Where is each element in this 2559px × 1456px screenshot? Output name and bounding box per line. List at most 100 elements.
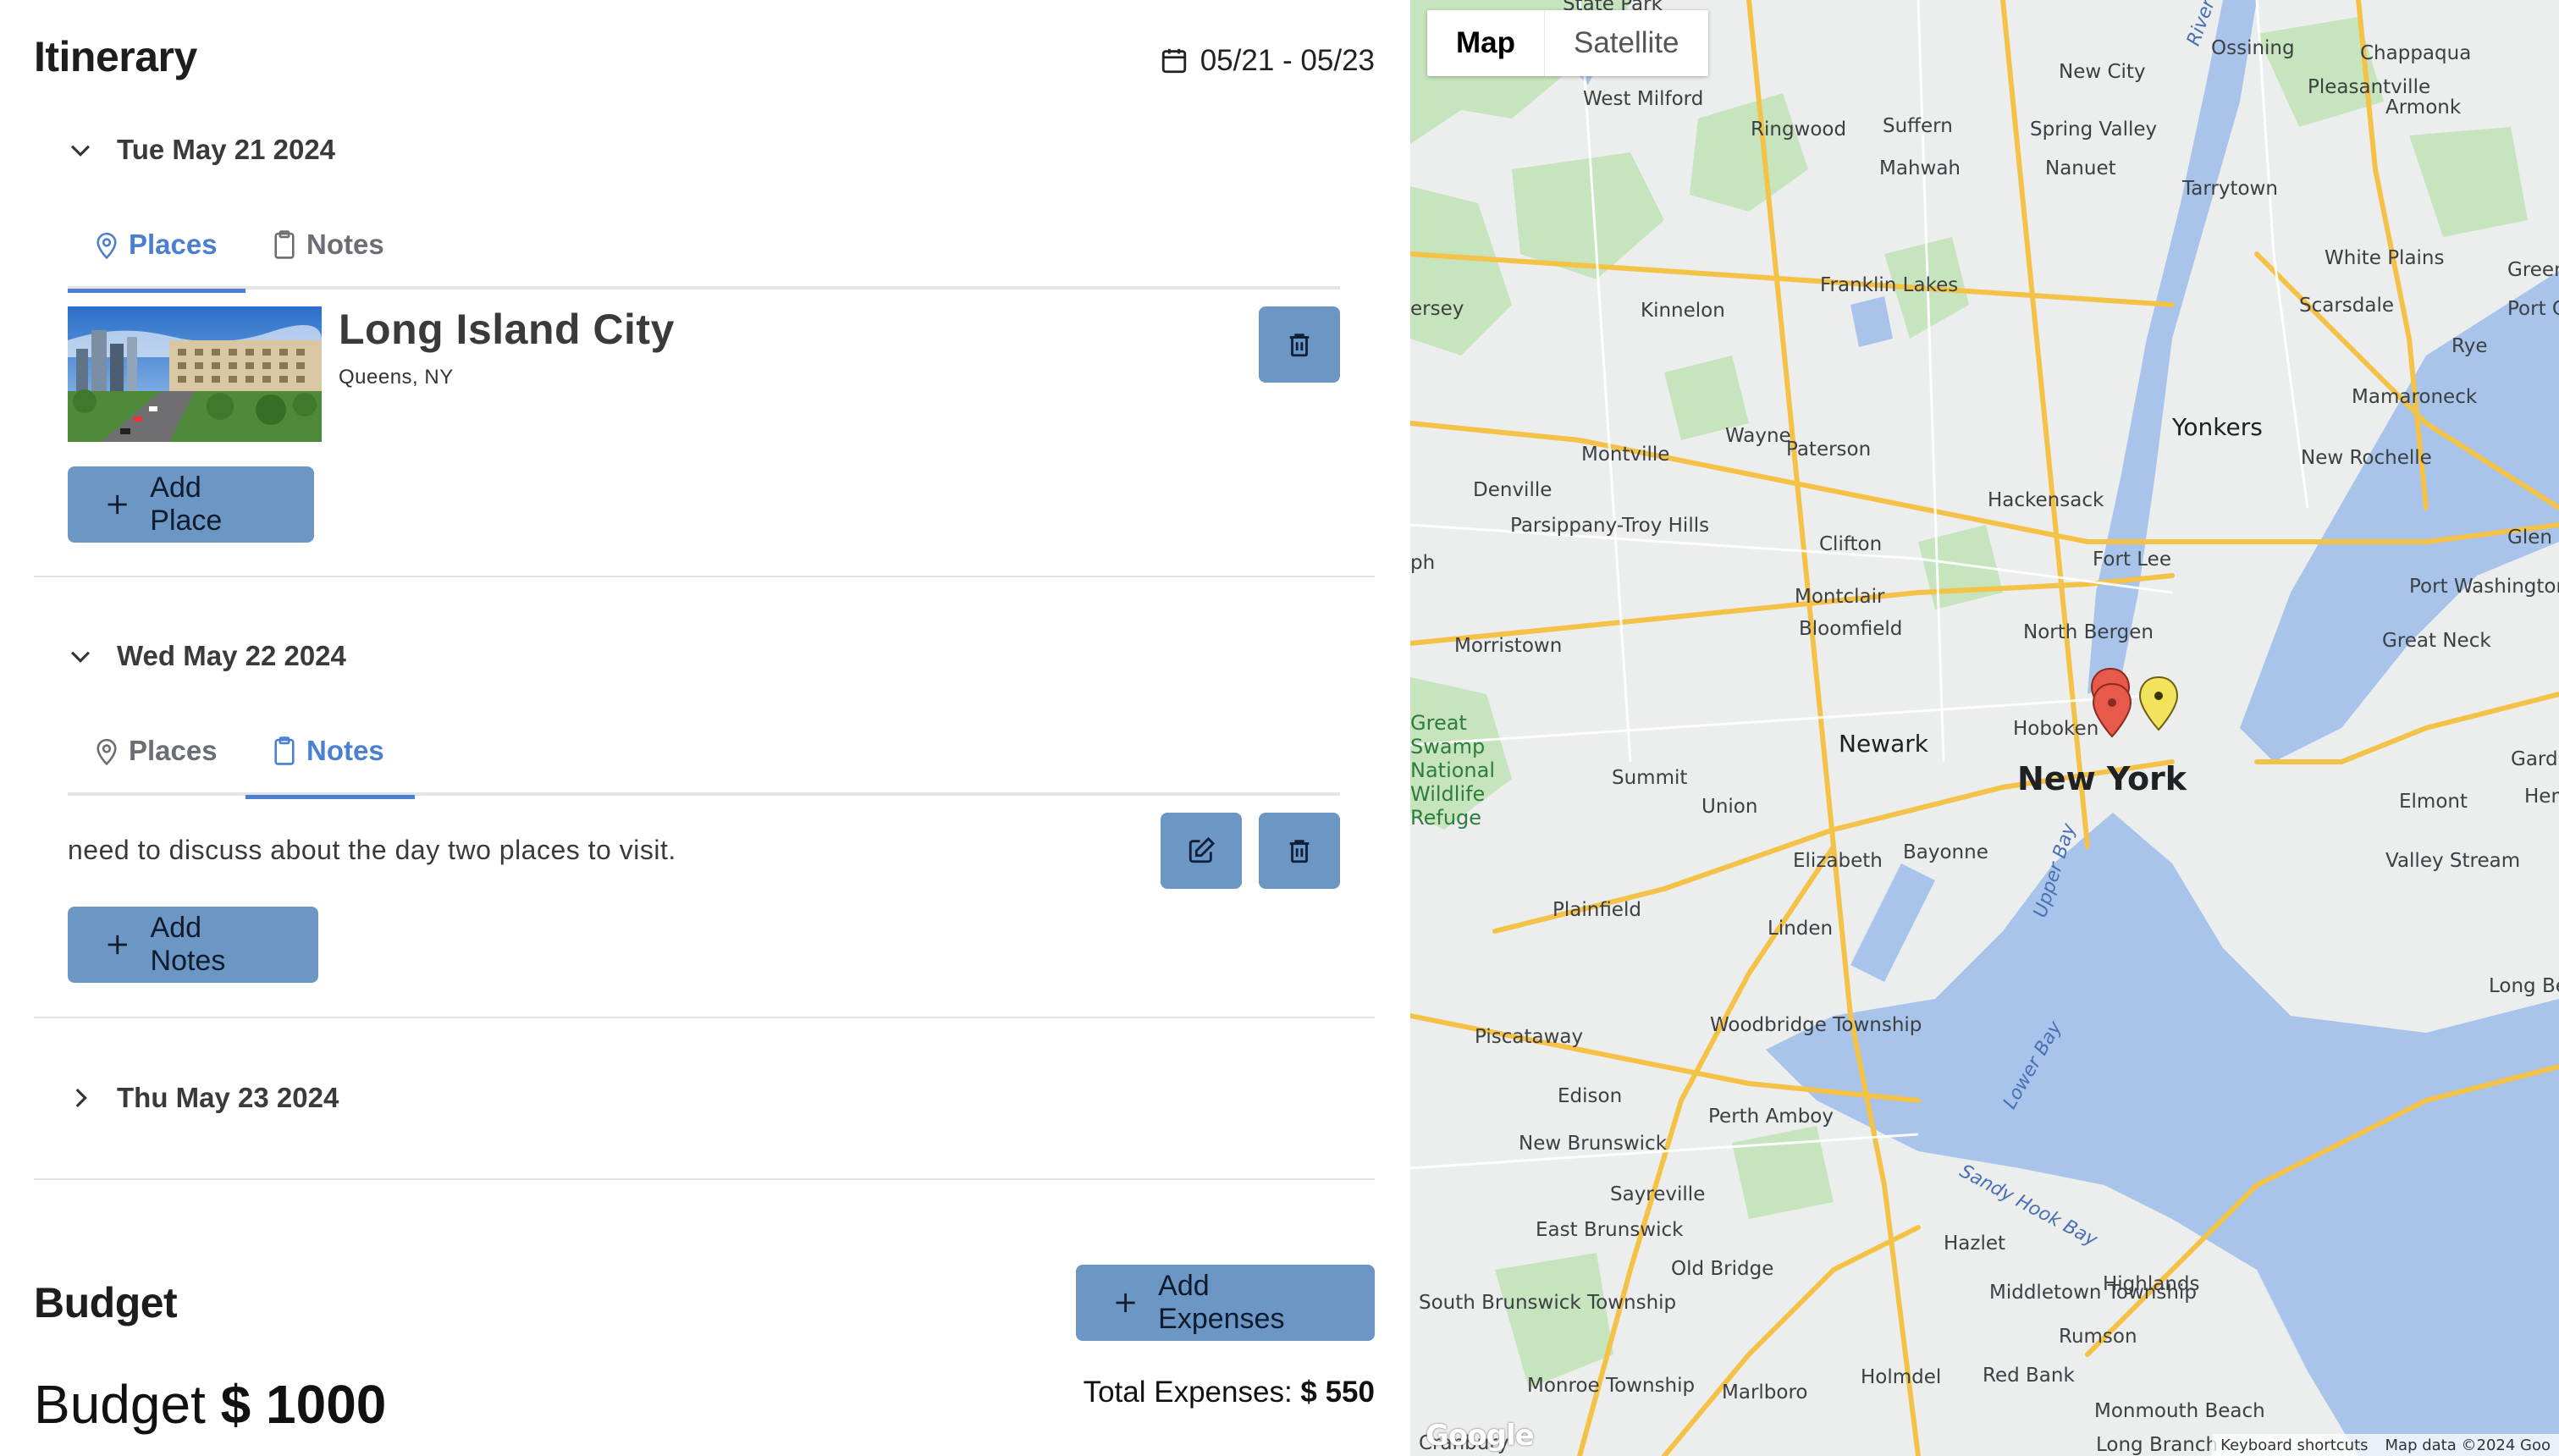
- trash-icon: [1289, 334, 1310, 357]
- map-type-satellite-button[interactable]: Satellite: [1545, 10, 1708, 76]
- map-label: Glen Cove: [2507, 527, 2559, 549]
- map-label: Bayonne: [1903, 841, 1988, 863]
- map-label: White Plains: [2325, 247, 2445, 269]
- map-label: Green: [2507, 259, 2559, 281]
- delete-note-button[interactable]: [1259, 813, 1340, 889]
- place-address: Queens, NY: [339, 366, 454, 389]
- map-label: Mahwah: [1879, 157, 1961, 179]
- map-label: Red Bank: [1983, 1365, 2075, 1387]
- itinerary-panel: Itinerary 05/21 - 05/23 Tue May 21 2024 …: [0, 0, 1410, 1456]
- map-label: Ringwood: [1751, 119, 1847, 141]
- clipboard-icon: [274, 736, 295, 765]
- plus-icon: [108, 494, 127, 515]
- map-label: Hem: [2524, 786, 2559, 808]
- map-label: Great Neck: [2382, 630, 2491, 652]
- date-range-button[interactable]: 05/21 - 05/23: [1160, 44, 1375, 78]
- map-label: New City: [2059, 61, 2146, 83]
- map-label: Newark: [1839, 730, 1928, 758]
- map-label: Union: [1701, 796, 1758, 818]
- day-header-3[interactable]: Thu May 23 2024: [66, 1082, 339, 1114]
- keyboard-shortcuts-link[interactable]: Keyboard shortcuts: [2212, 1434, 2377, 1456]
- day-label: Wed May 22 2024: [117, 640, 346, 671]
- map-label: Elizabeth: [1793, 850, 1883, 872]
- day-label: Thu May 23 2024: [117, 1082, 339, 1113]
- tab-places[interactable]: Places: [68, 706, 245, 796]
- map-label: Chappaqua: [2360, 42, 2472, 64]
- delete-place-button[interactable]: [1259, 306, 1340, 383]
- map-data-attribution: Map data ©2024 Goo: [2376, 1434, 2559, 1456]
- note-text: need to discuss about the day two places…: [68, 835, 676, 865]
- chevron-right-icon: [75, 1088, 87, 1108]
- map-label: Franklin Lakes: [1820, 274, 1959, 296]
- map-label: Ossining: [2211, 37, 2295, 59]
- map-label: New Rochelle: [2301, 447, 2432, 469]
- map-label: Linden: [1768, 918, 1834, 940]
- map-label: Mamaroneck: [2352, 386, 2478, 408]
- map-label: Long Beach: [2489, 975, 2559, 997]
- tab-places[interactable]: Places: [68, 200, 245, 293]
- map-label: Summit: [1612, 767, 1688, 789]
- divider: [34, 576, 1375, 577]
- add-place-button[interactable]: Add Place: [68, 466, 314, 543]
- budget-title: Budget: [34, 1279, 178, 1326]
- map-label: Edison: [1558, 1085, 1623, 1107]
- map-label: Garden: [2511, 748, 2559, 770]
- map-label: Marlboro: [1722, 1382, 1808, 1404]
- calendar-icon: [1161, 48, 1186, 74]
- day-header-2[interactable]: Wed May 22 2024: [66, 640, 346, 672]
- edit-note-button[interactable]: [1161, 813, 1242, 889]
- place-thumbnail: [68, 306, 322, 442]
- map-label: Monroe Township: [1527, 1375, 1696, 1397]
- map-label: Piscataway: [1475, 1026, 1584, 1048]
- map-label: Sayreville: [1610, 1183, 1706, 1205]
- map-label: ph: [1410, 552, 1436, 574]
- map-label: Hoboken: [2013, 718, 2099, 740]
- map-label: Armonk: [2385, 97, 2462, 119]
- clipboard-icon: [274, 230, 295, 259]
- map-label: Elmont: [2399, 791, 2468, 813]
- add-expenses-button[interactable]: Add Expenses: [1076, 1265, 1375, 1341]
- map-view[interactable]: New York Newark Yonkers Hoboken Fort Lee…: [1410, 0, 2559, 1456]
- map-label: Morristown: [1454, 635, 1563, 657]
- map-label: Great Swamp National Wildlife Refuge: [1410, 711, 1496, 830]
- page-title: Itinerary: [34, 33, 197, 80]
- map-label: Highlands: [2103, 1273, 2200, 1295]
- map-label: Tarrytown: [2182, 178, 2278, 200]
- map-type-control: Map Satellite: [1427, 10, 1708, 76]
- map-label: Bloomfield: [1799, 618, 1903, 640]
- plus-icon: [108, 935, 127, 955]
- tab-notes[interactable]: Notes: [245, 200, 415, 290]
- map-label: Yonkers: [2172, 413, 2263, 441]
- day-2-tabs: Places Notes: [68, 706, 1340, 799]
- map-label: Denville: [1473, 479, 1552, 501]
- map-label: Hackensack: [1988, 489, 2104, 511]
- location-pin-icon: [97, 232, 117, 260]
- map-label: Hazlet: [1944, 1233, 2006, 1255]
- edit-icon: [1189, 836, 1216, 863]
- map-label: Port Cheste: [2507, 298, 2559, 320]
- map-label: Rumson: [2059, 1326, 2137, 1348]
- map-type-map-button[interactable]: Map: [1427, 10, 1545, 76]
- chevron-down-icon: [70, 651, 91, 663]
- map-label: Paterson: [1786, 438, 1872, 461]
- map-label: Pleasantville: [2308, 76, 2431, 98]
- map-footer: Keyboard shortcuts Map data ©2024 Goo: [2212, 1434, 2559, 1456]
- map-label: Spring Valley: [2030, 119, 2158, 141]
- map-label: Clifton: [1819, 533, 1883, 555]
- map-label: Scarsdale: [2299, 295, 2395, 317]
- map-label: West Milford: [1583, 88, 1704, 110]
- chevron-down-icon: [70, 145, 91, 157]
- map-label: North Bergen: [2023, 621, 2154, 643]
- date-range-text: 05/21 - 05/23: [1200, 44, 1375, 77]
- add-notes-button[interactable]: Add Notes: [68, 907, 318, 983]
- day-header-1[interactable]: Tue May 21 2024: [66, 134, 335, 166]
- divider: [34, 1017, 1375, 1018]
- map-label: East Brunswick: [1536, 1219, 1684, 1241]
- day-1-tabs: Places Notes: [68, 200, 1340, 293]
- map-label: Woodbridge Township: [1710, 1014, 1922, 1036]
- map-label: Holmdel: [1861, 1366, 1942, 1388]
- map-label: Valley Stream: [2385, 850, 2521, 872]
- map-label: Kinnelon: [1641, 300, 1725, 322]
- tab-notes[interactable]: Notes: [245, 706, 415, 799]
- place-name[interactable]: Long Island City: [339, 305, 675, 354]
